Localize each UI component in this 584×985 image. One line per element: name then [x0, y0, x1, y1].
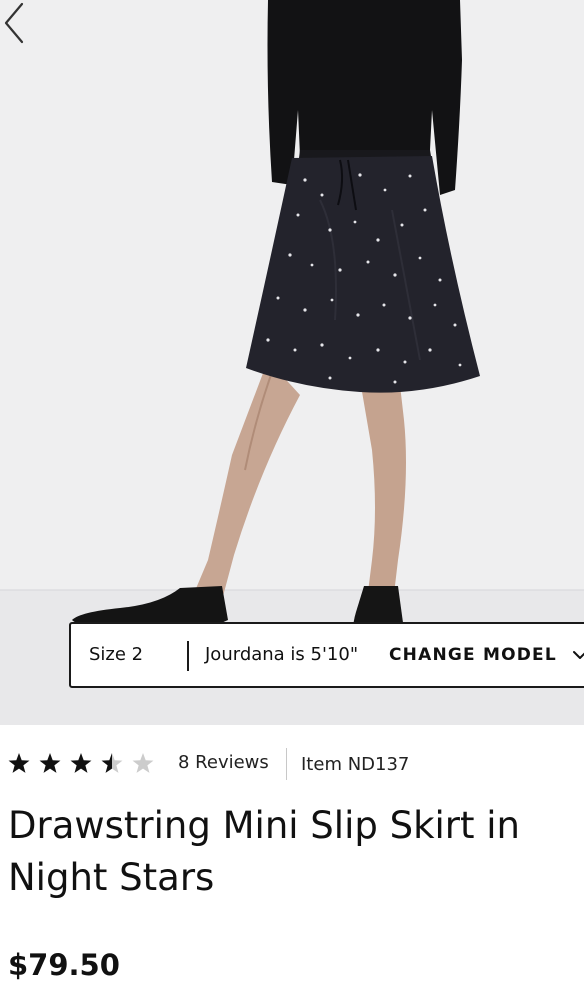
- rating-row: 8 Reviews Item ND137: [8, 748, 584, 780]
- star-icon: [8, 753, 30, 773]
- model-bar-divider: [187, 641, 189, 671]
- star-icon: [132, 753, 154, 773]
- rating-divider: [286, 748, 287, 780]
- chevron-left-icon[interactable]: [0, 0, 30, 46]
- product-image[interactable]: [0, 0, 584, 725]
- chevron-down-icon[interactable]: [573, 650, 584, 660]
- change-model-button[interactable]: CHANGE MODEL: [389, 645, 557, 665]
- model-height-label: Jourdana is 5'10": [205, 644, 359, 665]
- product-price: $79.50: [8, 948, 120, 982]
- product-page: Size 2 Jourdana is 5'10" CHANGE MODEL 8 …: [0, 0, 584, 985]
- product-title-line-1: Drawstring Mini Slip Skirt in: [8, 804, 521, 847]
- model-size-label: Size 2: [89, 644, 144, 665]
- reviews-link[interactable]: 8 Reviews: [178, 752, 269, 773]
- star-icon: [39, 753, 61, 773]
- product-title: Drawstring Mini Slip Skirt in Night Star…: [8, 800, 584, 904]
- model-photo: [0, 0, 584, 725]
- star-icon: [70, 753, 92, 773]
- product-title-line-2: Night Stars: [8, 856, 215, 899]
- star-icon: [101, 753, 123, 773]
- model-size-bar[interactable]: Size 2 Jourdana is 5'10" CHANGE MODEL: [69, 622, 584, 688]
- item-number: Item ND137: [301, 754, 410, 775]
- star-rating[interactable]: [8, 752, 158, 776]
